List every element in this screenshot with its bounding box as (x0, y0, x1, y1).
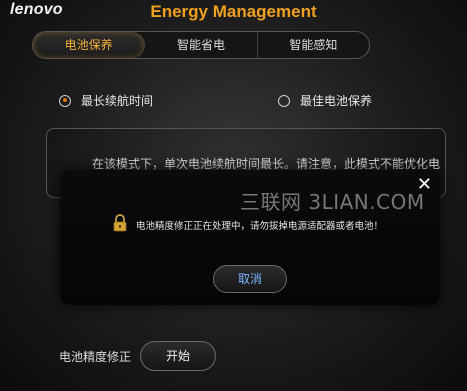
tab-smart-power-saving[interactable]: 智能省电 (145, 32, 258, 58)
tab-bar: 电池保养 智能省电 智能感知 (32, 31, 370, 59)
cancel-button[interactable]: 取消 (213, 265, 287, 293)
lock-icon (113, 214, 127, 232)
app-title: Energy Management (150, 2, 317, 21)
start-button[interactable]: 开始 (140, 341, 216, 371)
dialog-message: 电池精度修正正在处理中，请勿拔掉电源适配器或者电池！ (136, 221, 384, 232)
mode-option-label: 最长续航时间 (81, 94, 154, 108)
tab-smart-sensing[interactable]: 智能感知 (258, 32, 369, 58)
radio-selected-icon[interactable] (59, 94, 71, 107)
mode-option-best-battery-care[interactable]: 最佳电池保养 (278, 92, 372, 109)
battery-calibration-label: 电池精度修正 (59, 350, 132, 364)
mode-option-longest-runtime[interactable]: 最长续航时间 (59, 92, 153, 109)
mode-option-label: 最佳电池保养 (300, 94, 373, 108)
radio-unselected-icon[interactable] (278, 94, 290, 107)
watermark: 三联网 3LIAN.COM (240, 190, 425, 214)
tab-battery-care[interactable]: 电池保养 (33, 32, 146, 58)
